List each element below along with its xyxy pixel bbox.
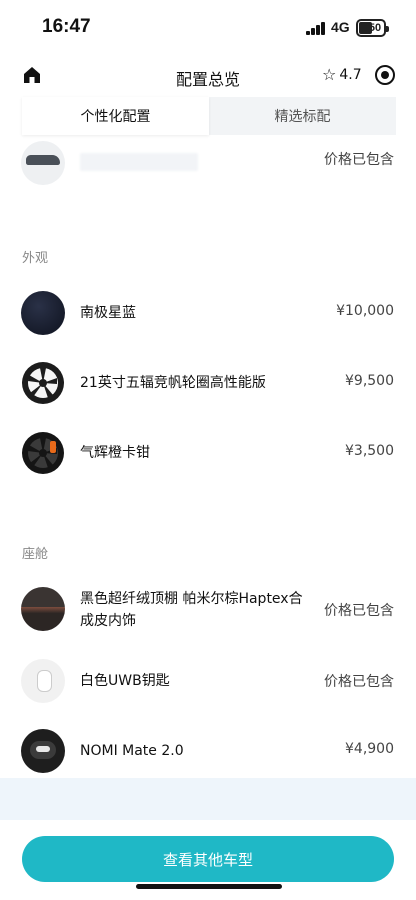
item-label: 黑色超纤绒顶棚 帕米尔棕Haptex合成皮内饰 [80,591,303,629]
battery-level: 50 [368,22,382,34]
interior-swatch [21,587,65,631]
status-time: 16:47 [42,16,91,37]
list-item: NOMI Mate 2.0 ¥4,900 [0,726,416,776]
list-item: 价格已包含 [0,135,416,185]
nomi-icon [21,729,65,773]
star-icon: ☆ [322,65,337,84]
car-thumbnail [21,141,65,185]
item-price: ¥9,500 [345,373,394,389]
status-bar: 16:47 4G 50 [0,0,416,56]
navbar: 配置总览 ☆ 4.7 [0,56,416,96]
network-type: 4G [331,19,350,35]
battery-icon: 50 [356,19,389,37]
item-label: 气辉橙卡钳 [80,445,150,461]
rating-value: 4.7 [339,66,362,83]
item-label: 南极星蓝 [80,305,136,321]
section-title-exterior: 外观 [22,251,49,266]
item-price: 价格已包含 [324,674,394,690]
tab-standard[interactable]: 精选标配 [209,97,396,135]
item-label: 白色UWB钥匙 [80,673,170,689]
list-item: 黑色超纤绒顶棚 帕米尔棕Haptex合成皮内饰 价格已包含 [0,584,416,638]
color-swatch-blue [21,291,65,335]
caliper-wheel-icon [21,431,65,475]
blurred-label [80,153,198,171]
item-price: 价格已包含 [324,603,394,619]
view-other-models-button[interactable]: 查看其他车型 [22,836,394,882]
bottom-fade [0,778,416,820]
tab-personalized[interactable]: 个性化配置 [22,97,209,135]
item-price: ¥3,500 [345,443,394,459]
home-indicator [136,884,282,889]
section-title-cabin: 座舱 [22,547,49,562]
rating-button[interactable]: ☆ 4.7 [322,65,362,84]
item-label: 21英寸五辐竞帆轮圈高性能版 [80,375,266,391]
item-price: ¥4,900 [345,741,394,757]
item-price: 价格已包含 [324,152,394,168]
list-item: 气辉橙卡钳 ¥3,500 [0,428,416,478]
key-icon [21,659,65,703]
tab-bar: 个性化配置 精选标配 [22,97,396,135]
item-price: ¥10,000 [336,303,394,319]
signal-icon [306,22,326,35]
wheel-icon [21,361,65,405]
item-label: NOMI Mate 2.0 [80,743,184,759]
target-icon[interactable] [375,65,395,85]
list-item: 南极星蓝 ¥10,000 [0,288,416,338]
list-item: 白色UWB钥匙 价格已包含 [0,657,416,707]
list-item: 21英寸五辐竞帆轮圈高性能版 ¥9,500 [0,358,416,408]
